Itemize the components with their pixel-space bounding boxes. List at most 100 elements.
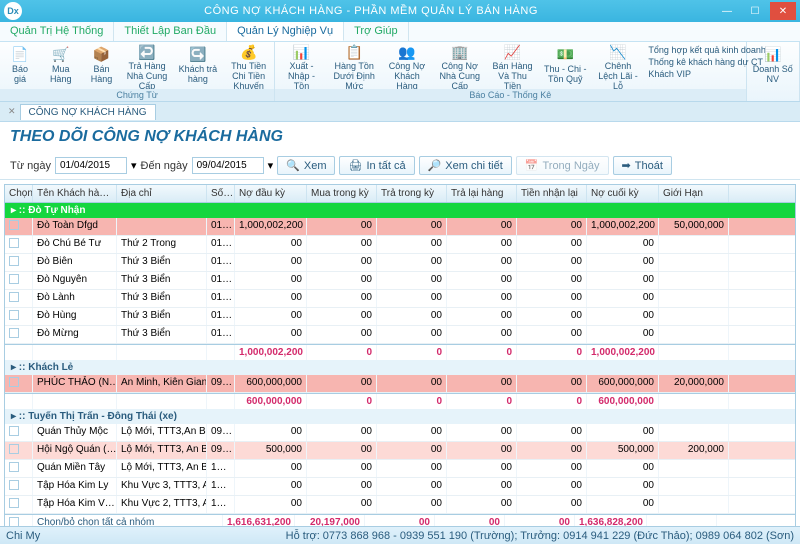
column-header[interactable]: Nợ cuối kỳ [587,185,659,202]
select-all-checkbox[interactable] [9,517,19,526]
ribbon-item[interactable]: 📊Xuất - Nhập - Tồn [275,42,328,89]
ribbon-item[interactable]: 💵Thu - Chi - Tồn Quỹ [539,42,592,89]
cell [5,375,33,392]
column-header[interactable]: Trả trong kỳ [377,185,447,202]
table-row[interactable]: Đò Toàn Dfgd01…1,000,002,200000000001,00… [5,218,795,236]
menu-tab[interactable]: Quản Lý Nghiệp Vụ [227,22,344,41]
subtotal-row: 600,000,0000000600,000,000 [5,393,795,409]
row-checkbox[interactable] [9,444,19,454]
table-row[interactable]: Đò MừngThứ 3 Biển01…000000000000 [5,326,795,344]
menu-tab[interactable]: Trợ Giúp [344,22,408,41]
cell: 00 [307,326,377,343]
table-row[interactable]: Quán Thủy MộcLộ Mới, TTT3,An Biên09…0000… [5,424,795,442]
ribbon-item[interactable]: 📈Bán Hàng Và Thu Tiền [486,42,539,89]
column-header[interactable]: Tiền nhận lại [517,185,587,202]
row-checkbox[interactable] [9,310,19,320]
ribbon-item[interactable]: 📄Báo giá [0,42,40,89]
column-header[interactable]: Giới Hạn [659,185,729,202]
status-left: Chi My [6,530,40,542]
menu-tab[interactable]: Thiết Lập Ban Đầu [114,22,227,41]
group-row[interactable]: ▸ :: Khách Lẻ [5,360,795,375]
data-grid: ChọnTên Khách hà…Địa chỉSố…Nợ đầu kỳMua … [4,184,796,526]
today-button[interactable]: 📅Trong Ngày [516,156,609,175]
grand-cell: 1,616,631,200 [223,515,295,526]
table-row[interactable]: Đò HùngThứ 3 Biển01…000000000000 [5,308,795,326]
dropdown-icon[interactable]: ▾ [268,159,274,172]
ribbon-item[interactable]: 📋Hàng Tồn Dưới Định Mức [328,42,381,89]
maximize-button[interactable]: ☐ [742,2,768,20]
row-checkbox[interactable] [9,328,19,338]
doctab-title[interactable]: CÔNG NỢ KHÁCH HÀNG [20,104,156,120]
cell [659,272,729,289]
row-checkbox[interactable] [9,377,19,387]
grand-cell: 00 [505,515,575,526]
ribbon-item[interactable]: 📦Bán Hàng [81,42,121,89]
group-row[interactable]: ▸ :: Tuyến Thị Trấn - Đông Thái (xe) [5,409,795,424]
table-row[interactable]: Hội Ngộ Quán (…Lộ Mới, TTT3, An Biên09…5… [5,442,795,460]
doctab-close-icon[interactable]: ✕ [4,104,20,119]
row-checkbox[interactable] [9,292,19,302]
ribbon-label: Xuất - Nhập - Tồn [280,62,323,92]
row-checkbox[interactable] [9,498,19,508]
table-row[interactable]: Đò LànhThứ 3 Biển01…000000000000 [5,290,795,308]
exit-button[interactable]: ➡Thoát [613,156,672,175]
ribbon-item[interactable]: ↩️Trả Hàng Nhà Cung Cấp [122,42,173,89]
view-button[interactable]: 🔍Xem [277,156,335,175]
cell: 20,000,000 [659,375,729,392]
cell: Thứ 2 Trong [117,236,207,253]
ribbon-item[interactable]: 📊Doanh Số NV [747,42,800,89]
row-checkbox[interactable] [9,462,19,472]
cell: 00 [517,308,587,325]
table-row[interactable]: Đò Chú Bé TưThứ 2 Trong01…000000000000 [5,236,795,254]
ribbon-item[interactable]: 📉Chênh Lệch Lãi - Lỗ [592,42,645,89]
table-row[interactable]: Đò NguyênThứ 3 Biển01…000000000000 [5,272,795,290]
ribbon-label: Mua Hàng [45,65,76,85]
table-row[interactable]: Quán Miền TâyLộ Mới, TTT3, An Biên1…0000… [5,460,795,478]
cell: 00 [377,460,447,477]
row-checkbox[interactable] [9,274,19,284]
table-row[interactable]: Đò BiênThứ 3 Biển01…000000000000 [5,254,795,272]
detail-button[interactable]: 🔎Xem chi tiết [419,156,512,175]
column-header[interactable]: Mua trong kỳ [307,185,377,202]
search-icon: 🔍 [286,159,300,172]
ribbon-icon: ↪️ [188,44,208,64]
dropdown-icon[interactable]: ▾ [131,159,137,172]
minimize-button[interactable]: — [714,2,740,20]
to-date-input[interactable] [192,157,264,174]
column-header[interactable]: Địa chỉ [117,185,207,202]
group-row[interactable]: ▸ :: Đò Tự Nhận [5,203,795,218]
column-header[interactable]: Nợ đầu kỳ [235,185,307,202]
table-row[interactable]: Tập Hóa Kim V…Khu Vực 2, TTT3, An Biển1…… [5,496,795,514]
cell: Lộ Mới, TTT3, An Biên [117,460,207,477]
ribbon-icon: 📦 [92,44,112,64]
row-checkbox[interactable] [9,220,19,230]
row-checkbox[interactable] [9,426,19,436]
table-row[interactable]: Tập Hóa Kim LyKhu Vực 3, TTT3, An Biển1…… [5,478,795,496]
column-header[interactable]: Tên Khách hà… [33,185,117,202]
column-header[interactable]: Chọn [5,185,33,202]
row-checkbox[interactable] [9,238,19,248]
cell: 00 [447,496,517,513]
from-date-input[interactable] [55,157,127,174]
row-checkbox[interactable] [9,480,19,490]
ribbon-item[interactable]: ↪️Khách trả hàng [172,42,223,89]
row-checkbox[interactable] [9,256,19,266]
menu-tab[interactable]: Quản Trị Hệ Thống [0,22,114,41]
cell: 01… [207,290,235,307]
cell: Thứ 3 Biển [117,326,207,343]
column-header[interactable]: Trả lại hàng [447,185,517,202]
ribbon-item[interactable]: 🛒Mua Hàng [40,42,81,89]
cell: Đò Lành [33,290,117,307]
column-header[interactable]: Số… [207,185,235,202]
ribbon-item[interactable]: 🏢Công Nợ Nhà Cung Cấp [433,42,486,89]
table-row[interactable]: PHÚC THẢO (N…An Minh, Kiên Giang09…600,0… [5,375,795,393]
cell: 01… [207,254,235,271]
cell: 00 [447,272,517,289]
close-button[interactable]: ✕ [770,2,796,20]
ribbon-stack[interactable]: Tổng hợp kết quả kinh doanhThống kê khác… [644,42,745,89]
app-logo: Dx [4,2,22,20]
ribbon-item[interactable]: 💰Thu Tiền Chi Tiền Khuyến Mãi [223,42,274,89]
print-all-button[interactable]: 🖨In tất cả [339,156,414,175]
ribbon-item[interactable]: 👥Công Nợ Khách Hàng [381,42,434,89]
cell: 00 [235,290,307,307]
